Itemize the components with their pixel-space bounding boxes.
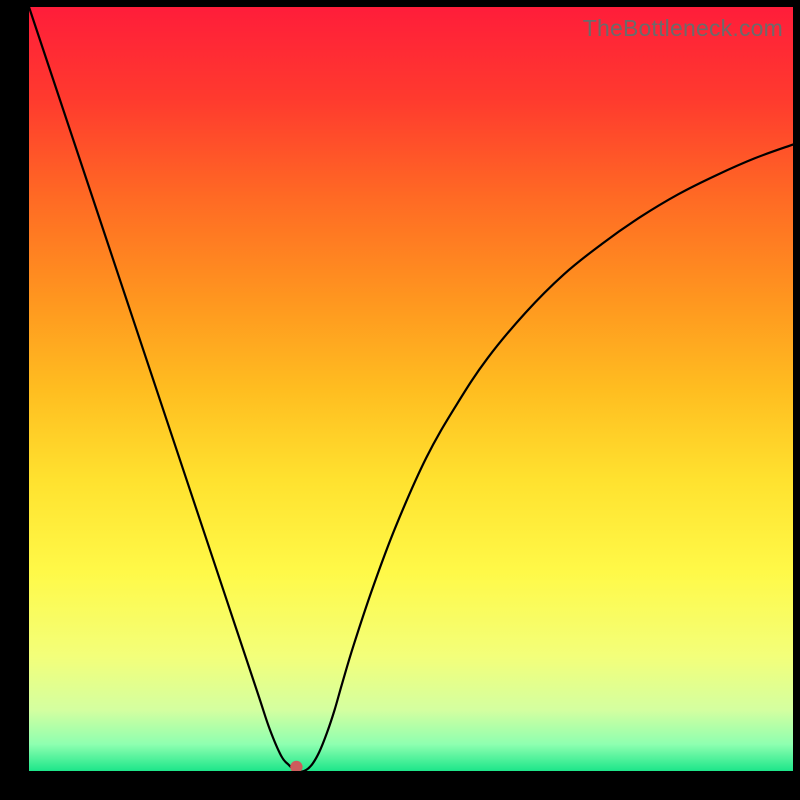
plot-area: TheBottleneck.com (29, 7, 793, 771)
bottleneck-curve (29, 7, 793, 771)
watermark-label: TheBottleneck.com (583, 15, 783, 42)
optimum-marker-icon (290, 761, 302, 771)
chart-frame: TheBottleneck.com (0, 0, 800, 800)
